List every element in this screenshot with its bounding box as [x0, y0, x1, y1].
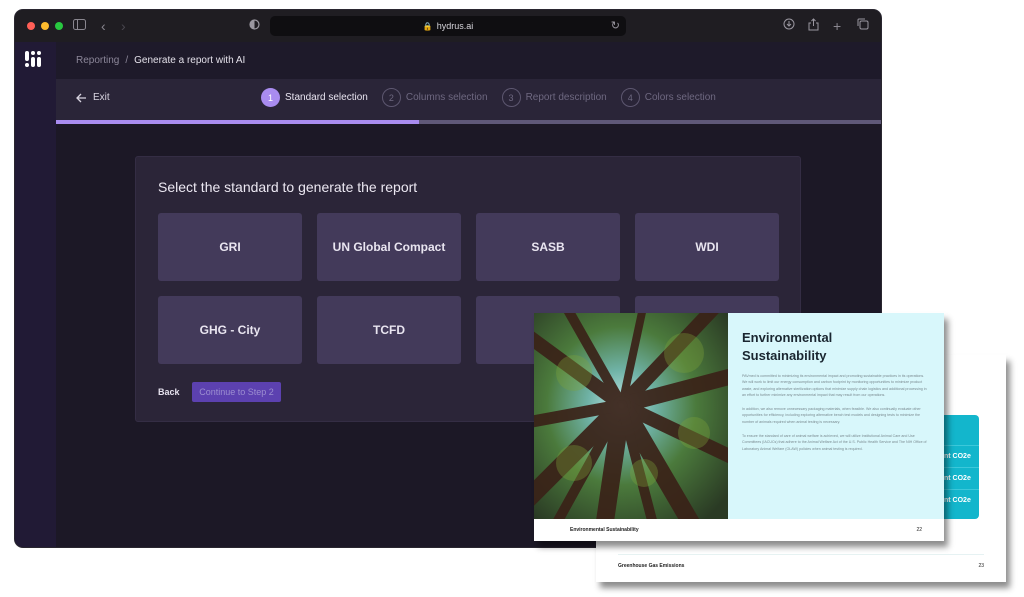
download-icon[interactable]: [783, 18, 795, 34]
report-preview-page-front: Environmental Sustainability PAVmed is c…: [534, 313, 944, 541]
standard-card-un-global-compact[interactable]: UN Global Compact: [317, 213, 461, 281]
new-tab-icon[interactable]: +: [833, 18, 841, 34]
back-icon[interactable]: ‹: [101, 18, 106, 34]
step-label: Colors selection: [644, 92, 716, 103]
step-number: 1: [261, 88, 280, 107]
window-controls: [27, 22, 63, 30]
report-section-title: Environmental Sustainability: [742, 329, 930, 365]
report-paragraph: PAVmed is committed to minimizing its en…: [742, 374, 927, 397]
step-number: 2: [381, 88, 401, 107]
standard-card-ghg-city[interactable]: GHG - City: [158, 296, 302, 364]
breadcrumb-current: Generate a report with AI: [134, 55, 246, 66]
step-report-description[interactable]: 3 Report description: [501, 88, 607, 107]
step-standard-selection[interactable]: 1 Standard selection: [261, 88, 368, 107]
report-paragraph: In addition, we also remove unnecessary …: [742, 407, 921, 424]
report-section-title-line1: Environmental: [742, 330, 833, 345]
page-footer-title: Greenhouse Gas Emissions: [618, 562, 685, 569]
emissions-table-block: nt CO2e nt CO2e nt CO2e: [941, 415, 979, 519]
wizard-progress-bar: [56, 120, 881, 124]
standard-card-sasb[interactable]: SASB: [476, 213, 620, 281]
breadcrumb-reporting-link[interactable]: Reporting: [76, 55, 119, 66]
tabs-overview-icon[interactable]: [857, 18, 869, 34]
exit-button[interactable]: Exit: [76, 92, 110, 103]
page-footer: Environmental Sustainability 22: [534, 519, 944, 541]
url-text: hydrus.ai: [436, 21, 474, 31]
emissions-row: nt CO2e: [941, 467, 979, 489]
forward-icon[interactable]: ›: [121, 18, 126, 34]
page-number: 23: [978, 562, 984, 569]
step-colors-selection[interactable]: 4 Colors selection: [620, 88, 716, 107]
standard-card-tcfd[interactable]: TCFD: [317, 296, 461, 364]
forest-canopy-image: [534, 313, 728, 519]
breadcrumb-separator: /: [125, 55, 129, 66]
back-button[interactable]: Back: [158, 387, 180, 397]
step-label: Columns selection: [405, 92, 488, 103]
hydrus-logo-icon[interactable]: [25, 51, 45, 69]
wizard-progress-fill: [56, 120, 419, 124]
page-footer: Greenhouse Gas Emissions 23: [618, 554, 984, 576]
breadcrumb: Reporting / Generate a report with AI: [56, 42, 881, 79]
report-paragraph: To ensure the standard of care of animal…: [742, 434, 927, 451]
page-footer-title: Environmental Sustainability: [570, 527, 639, 533]
address-bar[interactable]: 🔒 hydrus.ai ↻: [270, 16, 626, 36]
maximize-window-button[interactable]: [55, 22, 63, 30]
step-label: Report description: [525, 92, 607, 103]
emissions-row: nt CO2e: [941, 445, 979, 467]
close-window-button[interactable]: [27, 22, 35, 30]
sidebar-toggle-icon[interactable]: [73, 18, 86, 34]
arrow-left-icon: [76, 93, 86, 102]
minimize-window-button[interactable]: [41, 22, 49, 30]
share-icon[interactable]: [808, 18, 819, 35]
step-number: 3: [501, 88, 521, 107]
standard-card-gri[interactable]: GRI: [158, 213, 302, 281]
stage: ‹ › 🔒 hydrus.ai ↻ + Reporting / Generate…: [0, 0, 1024, 597]
step-label: Standard selection: [285, 92, 368, 103]
lock-icon: 🔒: [422, 21, 433, 31]
reload-icon[interactable]: ↻: [611, 19, 620, 32]
panel-title: Select the standard to generate the repo…: [158, 179, 418, 195]
step-columns-selection[interactable]: 2 Columns selection: [381, 88, 488, 107]
report-section-text: Environmental Sustainability PAVmed is c…: [728, 313, 944, 519]
sidebar: [15, 42, 56, 547]
page-number: 22: [916, 527, 922, 533]
continue-button[interactable]: Continue to Step 2: [192, 382, 281, 402]
wizard-stepbar: Exit 1 Standard selection 2 Columns sele…: [56, 79, 881, 120]
report-section-title-line2: Sustainability: [742, 348, 827, 363]
browser-toolbar: ‹ › 🔒 hydrus.ai ↻ +: [15, 10, 881, 42]
exit-label: Exit: [93, 92, 110, 103]
standard-card-wdi[interactable]: WDI: [635, 213, 779, 281]
wizard-steps: 1 Standard selection 2 Columns selection…: [261, 88, 716, 107]
privacy-shield-icon[interactable]: [249, 18, 260, 34]
step-number: 4: [620, 88, 640, 107]
emissions-row: nt CO2e: [941, 489, 979, 511]
